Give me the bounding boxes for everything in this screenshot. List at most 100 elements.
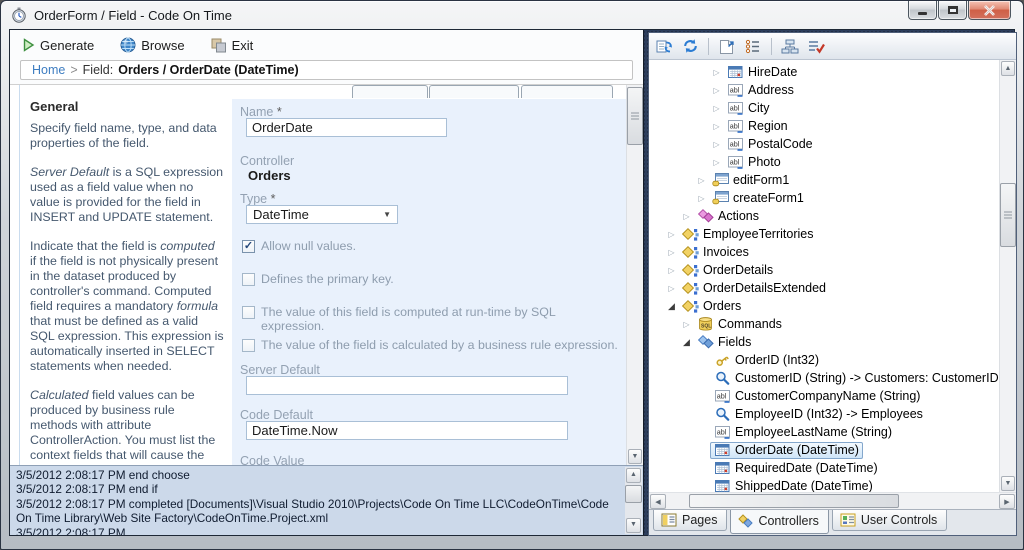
tree-item[interactable]: abl Region [723,118,792,135]
sync-project-icon[interactable] [654,36,674,56]
tree-row[interactable]: ▷ HireDate [649,63,999,81]
tree-row[interactable]: ▷ EmployeeTerritories [649,225,999,243]
tree-row[interactable]: OrderID (Int32) [649,351,999,369]
scroll-down-arrow[interactable] [626,518,641,533]
server-default-input[interactable] [246,376,568,395]
expand-arrow-icon[interactable]: ▷ [665,266,678,275]
tree-item[interactable]: OrderDetailsExtended [678,280,830,297]
tree-row[interactable]: ▷ editForm1 [649,171,999,189]
tree-item[interactable]: SQL Commands [693,316,786,333]
expand-arrow-icon[interactable]: ▷ [665,248,678,257]
scroll-right-arrow[interactable] [999,494,1015,509]
expand-arrow-icon[interactable]: ▷ [695,194,708,203]
tree-item[interactable]: Invoices [678,244,753,261]
scroll-down-arrow[interactable] [1001,476,1015,491]
collapse-arrow-icon[interactable]: ◢ [665,301,678,312]
tree-hscrollbar[interactable] [649,492,1016,509]
tree-row[interactable]: ▷ abl Photo [649,153,999,171]
tree-row[interactable]: abl CustomerCompanyName (String) [649,387,999,405]
tree-row[interactable]: ▷ abl PostalCode [649,135,999,153]
tree-row[interactable]: RequiredDate (DateTime) [649,459,999,477]
tree-row[interactable]: CustomerID (String) -> Customers: Custom… [649,369,999,387]
tree-row[interactable]: ▷ OrderDetails [649,261,999,279]
scroll-up-arrow[interactable] [1001,61,1015,76]
tree-row[interactable]: ▷ abl Region [649,117,999,135]
log-scrollbar[interactable] [625,467,642,534]
checkbox-unchecked[interactable] [242,273,255,286]
tree-row[interactable]: ▷ abl Address [649,81,999,99]
expand-arrow-icon[interactable]: ▷ [665,284,678,293]
scroll-left-arrow[interactable] [650,494,666,509]
tree-item[interactable]: abl PostalCode [723,136,817,153]
tree-row[interactable]: ◢ Fields [649,333,999,351]
scrolled-button-top[interactable] [521,85,613,98]
expand-arrow-icon[interactable]: ▷ [665,230,678,239]
tree-item-selected[interactable]: OrderDate (DateTime) [710,441,863,459]
scrollbar-thumb[interactable] [1000,183,1016,247]
tree-item[interactable]: editForm1 [708,172,793,189]
tree-row[interactable]: ▷ abl City [649,99,999,117]
tree-row[interactable]: abl EmployeeLastName (String) [649,423,999,441]
tree-item[interactable]: Actions [693,208,763,225]
tree-row[interactable]: ▷ Actions [649,207,999,225]
expand-arrow-icon[interactable]: ▷ [710,68,723,77]
tree-row[interactable]: ▷ createForm1 [649,189,999,207]
title-bar[interactable]: OrderForm / Field - Code On Time [1,1,1023,29]
tree-item[interactable]: abl EmployeeLastName (String) [710,424,896,441]
tree-row[interactable]: OrderDate (DateTime) [649,441,999,459]
type-dropdown[interactable]: DateTime [246,205,398,224]
tree-scrollbar[interactable] [999,60,1016,492]
tree-row[interactable]: ▷ OrderDetailsExtended [649,279,999,297]
tree-item[interactable]: HireDate [723,64,801,81]
tree-item[interactable]: abl CustomerCompanyName (String) [710,388,924,405]
tree-item[interactable]: OrderID (Int32) [710,352,823,369]
tab-user-controls[interactable]: User Controls [831,510,948,531]
tree-item[interactable]: abl Address [723,82,798,99]
tree-item[interactable]: ShippedDate (DateTime) [710,478,877,492]
checklist-icon[interactable] [806,36,826,56]
toolbar-generate-button[interactable]: Generate [22,38,94,53]
expand-arrow-icon[interactable]: ▷ [695,176,708,185]
expand-arrow-icon[interactable]: ▷ [680,212,693,221]
tab-controllers[interactable]: Controllers [730,510,829,534]
tree-row[interactable]: ShippedDate (DateTime) [649,477,999,492]
tree-item[interactable]: EmployeeID (Int32) -> Employees [710,406,927,423]
checkbox-unchecked[interactable] [242,306,255,319]
tree-item[interactable]: Fields [693,334,755,351]
checkbox-unchecked[interactable] [242,339,255,352]
scrolled-button-top[interactable] [429,85,519,98]
tree-item[interactable]: abl City [723,100,774,117]
tree-row[interactable]: ▷ Invoices [649,243,999,261]
new-item-icon[interactable] [717,36,737,56]
minimize-button[interactable] [908,1,937,20]
tree-item[interactable]: RequiredDate (DateTime) [710,460,882,477]
tree-row[interactable]: ▷ SQL Commands [649,315,999,333]
scroll-up-arrow[interactable] [626,468,641,483]
content-scrollbar[interactable] [626,85,643,465]
tree-view-icon[interactable] [780,36,800,56]
tree-item[interactable]: EmployeeTerritories [678,226,817,243]
expand-arrow-icon[interactable]: ▷ [710,104,723,113]
expand-arrow-icon[interactable]: ▷ [710,158,723,167]
tree-item[interactable]: abl Photo [723,154,785,171]
tree-item[interactable]: OrderDetails [678,262,777,279]
maximize-button[interactable] [938,1,967,20]
close-button[interactable] [968,1,1011,20]
breadcrumb-home-link[interactable]: Home [32,63,65,77]
tree-row[interactable]: EmployeeID (Int32) -> Employees [649,405,999,423]
name-input[interactable] [246,118,447,137]
scrolled-button-top[interactable] [352,85,428,98]
tree-item[interactable]: CustomerID (String) -> Customers: Custom… [710,370,999,387]
tree-item[interactable]: createForm1 [708,190,808,207]
tab-pages[interactable]: Pages [653,510,728,531]
scrollbar-thumb[interactable] [627,87,643,145]
scrollbar-thumb[interactable] [625,485,642,503]
expand-arrow-icon[interactable]: ▷ [710,86,723,95]
tree-item[interactable]: Orders [678,298,745,315]
properties-icon[interactable] [743,36,763,56]
expand-arrow-icon[interactable]: ▷ [710,122,723,131]
expand-arrow-icon[interactable]: ▷ [710,140,723,149]
toolbar-exit-button[interactable]: Exit [211,38,253,53]
refresh-icon[interactable] [680,36,700,56]
scrollbar-thumb[interactable] [689,494,899,508]
